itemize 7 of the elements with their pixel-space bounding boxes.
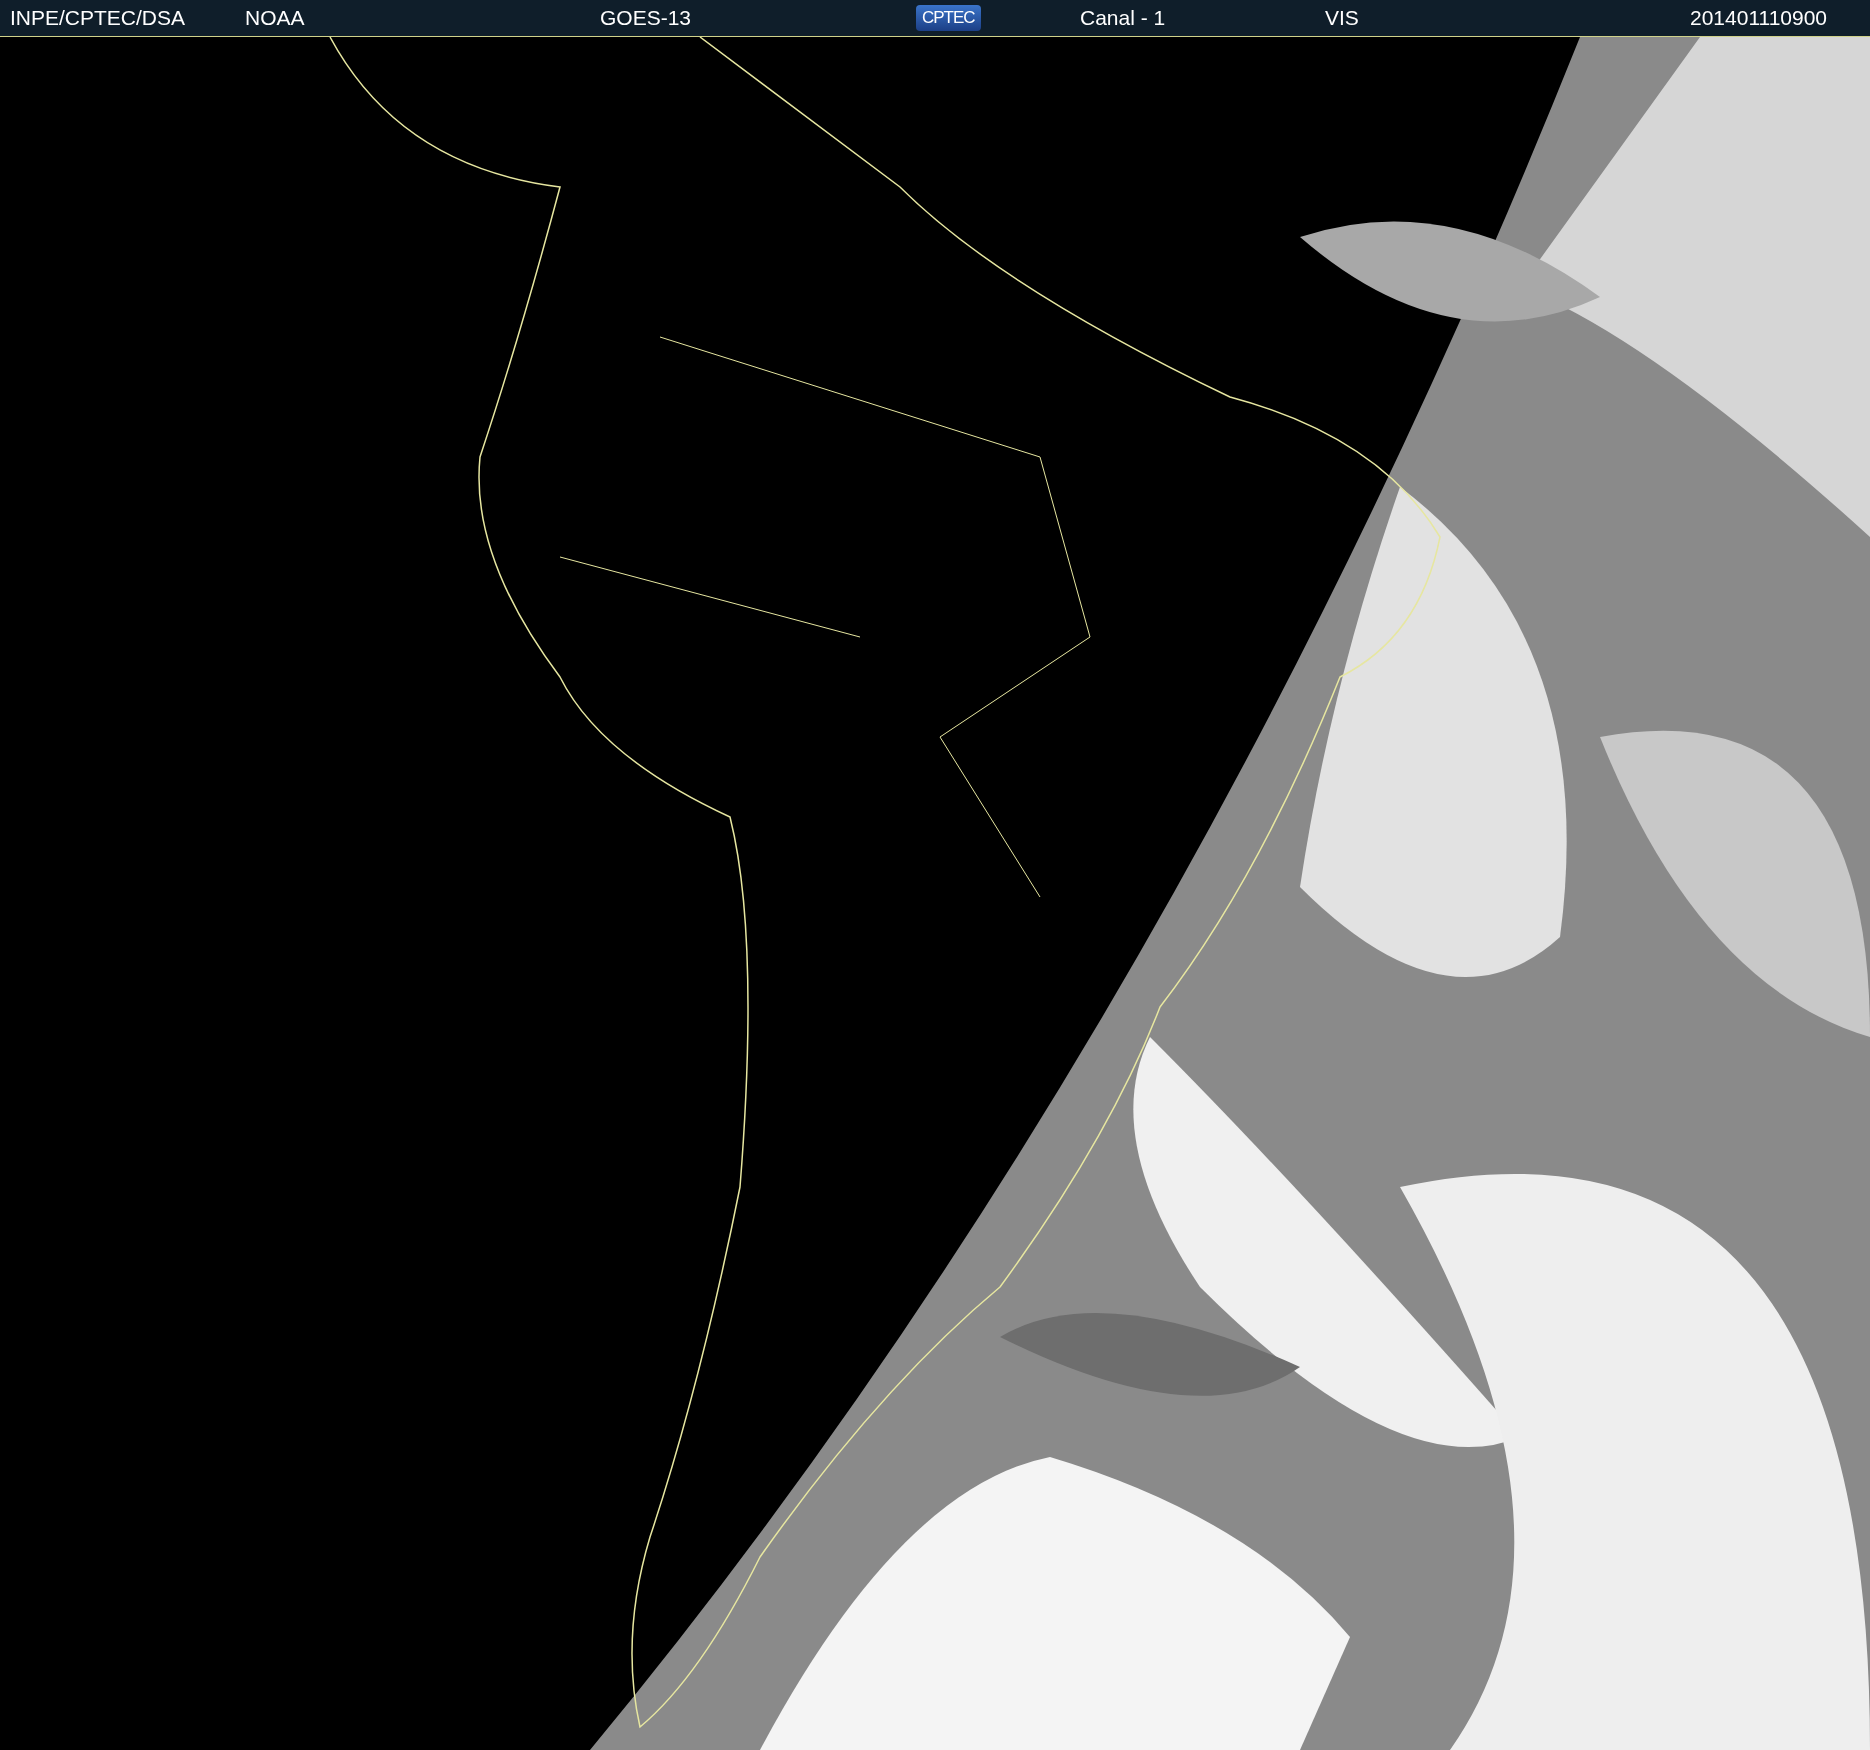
header-label: NOAA: [245, 6, 305, 30]
header-label: GOES-13: [600, 6, 692, 30]
header-label: VIS: [1325, 6, 1359, 30]
header-label: Canal - 1: [1080, 6, 1166, 30]
header-label: 201401110900: [1690, 6, 1828, 30]
header-label: INPE/CPTEC/DSA: [10, 6, 186, 30]
logo: CPTEC: [916, 5, 981, 31]
